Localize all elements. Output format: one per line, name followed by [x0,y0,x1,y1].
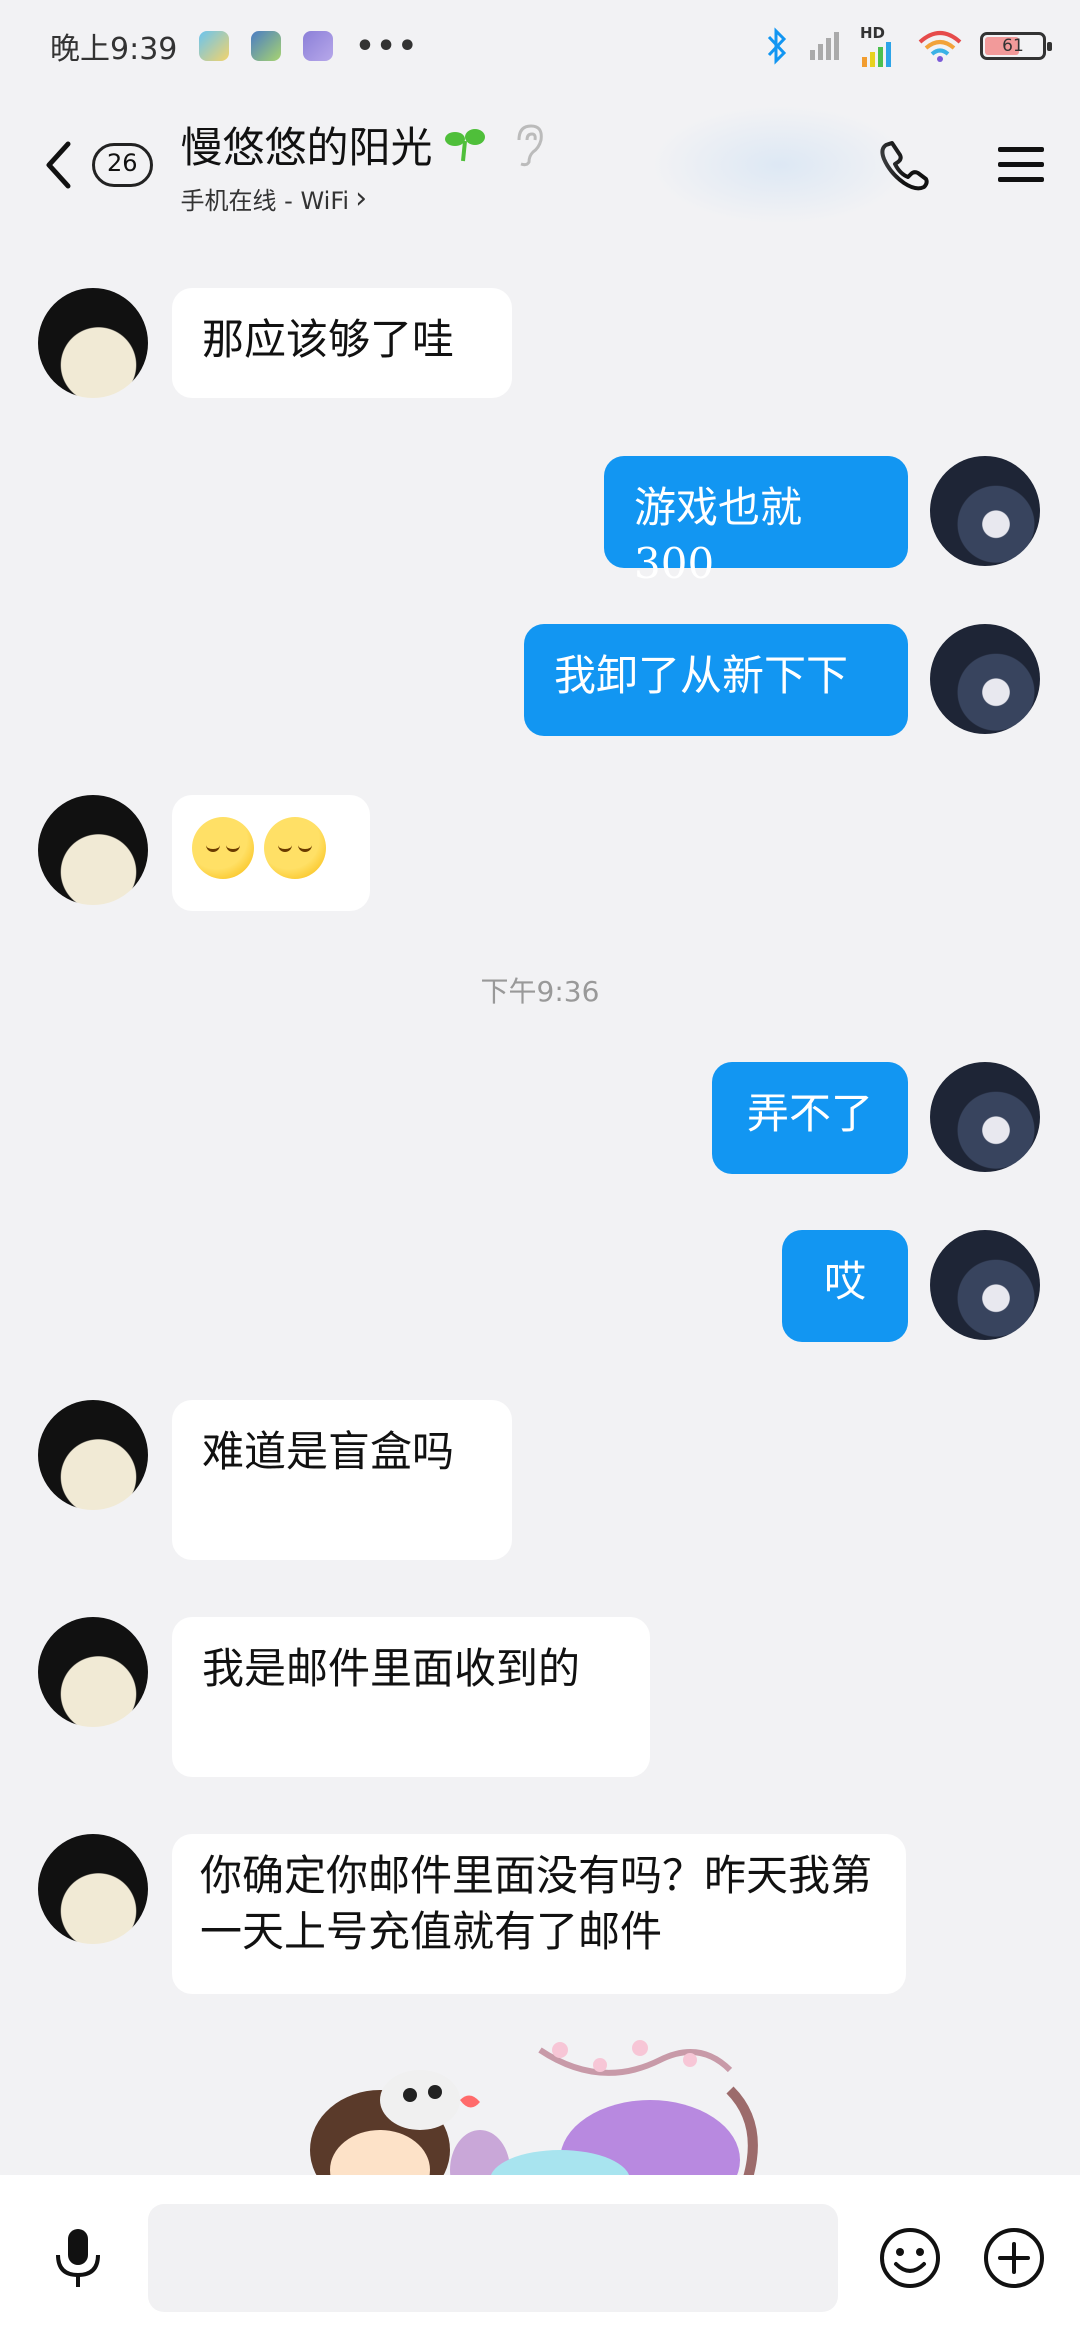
header-blur-decoration [650,105,910,225]
signal-icon [810,32,839,60]
smiley-icon[interactable] [878,2226,942,2290]
back-button[interactable] [40,135,76,195]
battery-level: 61 [1002,36,1024,56]
message-bubble[interactable]: 弄不了 [712,1062,908,1174]
my-avatar[interactable] [930,624,1040,734]
contact-name-row: 慢悠悠的阳光 [181,114,547,175]
message-row: 那应该够了哇 [0,288,1080,398]
message-bubble[interactable]: 我是邮件里面收到的 [172,1617,650,1777]
contact-avatar[interactable] [38,288,148,398]
my-avatar[interactable] [930,1062,1040,1172]
online-status-row[interactable]: 手机在线 - WiFi › [181,181,547,216]
battery-indicator: 61 [980,32,1052,60]
signal-bars-icon [862,41,891,67]
message-bubble[interactable]: 难道是盲盒吗 [172,1400,512,1560]
status-chevron-icon: › [355,180,368,216]
contact-avatar[interactable] [38,1834,148,1944]
emoji-message-bubble[interactable] [172,795,370,911]
voice-input-button[interactable] [48,2223,108,2293]
status-bar: 晚上9:39 ••• HD 61 [0,0,1080,92]
message-row [0,795,1080,911]
chevron-left-icon [46,141,71,189]
contact-avatar[interactable] [38,1400,148,1510]
input-actions [878,2226,1046,2290]
message-row: 弄不了 [0,1062,1080,1174]
time-divider: 下午9:36 [480,975,600,1008]
message-row: 我是邮件里面收到的 [0,1617,1080,1777]
message-bubble[interactable]: 游戏也就300 [604,456,908,588]
notification-app-icon [199,31,230,61]
wifi-icon [918,31,962,62]
my-avatar[interactable] [930,1230,1040,1340]
hamburger-menu-icon[interactable] [996,143,1046,187]
bluetooth-icon [767,27,787,65]
hd-signal-icon: HD [860,23,900,67]
message-bubble[interactable]: 哎 [782,1230,908,1342]
message-bubble[interactable]: 我卸了从新下下 [524,624,908,736]
notification-app-icon [303,31,334,61]
message-bubble[interactable]: 你确定你邮件里面没有吗？昨天我第一天上号充值就有了邮件 [172,1834,906,1994]
message-row: 我卸了从新下下 [0,624,1080,736]
message-row: 难道是盲盒吗 [0,1400,1080,1560]
pensive-face-icon [264,817,326,879]
ear-icon[interactable] [509,122,547,168]
notification-app-icon [251,31,282,61]
contact-avatar[interactable] [38,1617,148,1727]
network-label: HD [860,23,886,42]
my-avatar[interactable] [930,456,1040,566]
status-left: 晚上9:39 ••• [50,24,419,68]
message-row: 哎 [0,1230,1080,1342]
plus-circle-icon[interactable] [982,2226,1046,2290]
contact-name: 慢悠悠的阳光 [180,123,433,172]
pensive-face-icon [192,817,254,879]
unread-count-badge[interactable]: 26 [92,143,153,187]
microphone-icon [56,2228,100,2287]
message-row: 游戏也就300 [0,456,1080,588]
message-bubble[interactable]: 那应该够了哇 [172,288,512,398]
status-right: HD 61 [764,23,1052,67]
online-status: 手机在线 - WiFi [180,187,350,215]
contact-avatar[interactable] [38,795,148,905]
input-bar [0,2175,1080,2340]
message-input[interactable] [148,2203,838,2312]
sprout-icon [444,128,485,161]
contact-title-block[interactable]: 慢悠悠的阳光 手机在线 - WiFi › [181,114,547,216]
more-notifications-icon: ••• [355,28,419,64]
message-row: 你确定你邮件里面没有吗？昨天我第一天上号充值就有了邮件 [0,1834,1080,1994]
status-time: 晚上9:39 [50,32,178,67]
chat-header: 26 慢悠悠的阳光 手机在线 - WiFi › [0,105,1080,225]
